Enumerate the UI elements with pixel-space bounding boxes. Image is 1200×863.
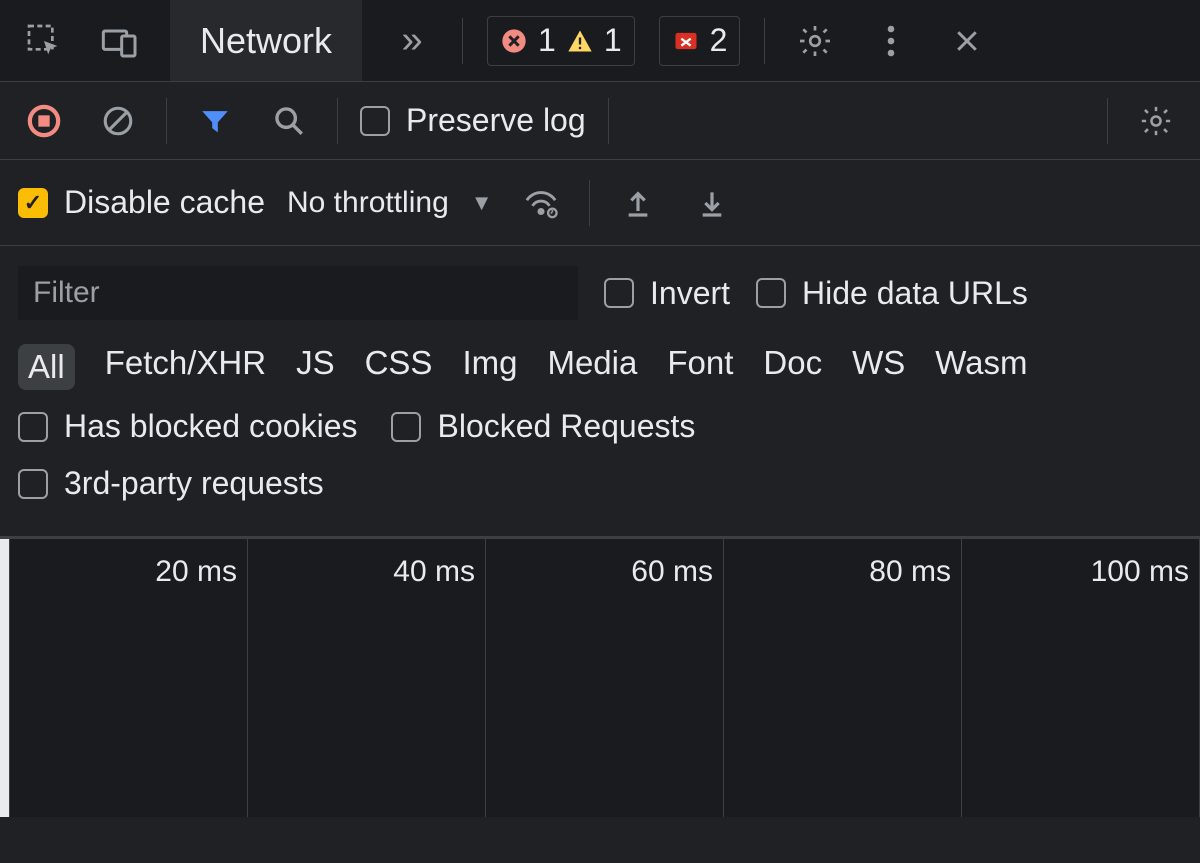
- invert-checkbox[interactable]: Invert: [604, 275, 730, 312]
- filter-panel: Invert Hide data URLs All Fetch/XHR JS CSS I…: [0, 246, 1200, 537]
- checkbox-icon: [604, 278, 634, 308]
- has-blocked-cookies-label: Has blocked cookies: [64, 408, 357, 445]
- type-chip-doc[interactable]: Doc: [763, 344, 822, 390]
- divider: [166, 98, 167, 144]
- tab-label: Network: [200, 20, 332, 62]
- type-chip-wasm[interactable]: Wasm: [935, 344, 1027, 390]
- type-chip-css[interactable]: CSS: [365, 344, 433, 390]
- close-icon[interactable]: [941, 15, 993, 67]
- type-chip-font[interactable]: Font: [667, 344, 733, 390]
- device-toolbar-icon[interactable]: [94, 15, 146, 67]
- tab-network[interactable]: Network: [170, 0, 362, 81]
- timeline-tick-label: 100 ms: [1091, 555, 1189, 589]
- type-chip-ws[interactable]: WS: [852, 344, 905, 390]
- third-party-label: 3rd-party requests: [64, 465, 324, 502]
- checkbox-icon: ✓: [18, 188, 48, 218]
- type-chip-all[interactable]: All: [18, 344, 75, 390]
- has-blocked-cookies-checkbox[interactable]: Has blocked cookies: [18, 408, 357, 445]
- divider: [608, 98, 609, 144]
- type-chip-js[interactable]: JS: [296, 344, 335, 390]
- throttling-label: No throttling: [287, 186, 449, 220]
- timeline-tick-label: 60 ms: [631, 555, 713, 589]
- checkbox-icon: [756, 278, 786, 308]
- chevron-down-icon: ▼: [471, 190, 493, 216]
- warning-count: 1: [604, 22, 622, 59]
- type-chip-fetch-xhr[interactable]: Fetch/XHR: [105, 344, 266, 390]
- timeline-cell: 80 ms: [724, 539, 962, 817]
- search-icon[interactable]: [263, 95, 315, 147]
- devtools-tabbar: Network » 1 1 2: [0, 0, 1200, 82]
- checkbox-icon: [360, 106, 390, 136]
- console-error-warning-pill[interactable]: 1 1: [487, 16, 635, 66]
- export-har-icon[interactable]: [612, 177, 664, 229]
- disable-cache-checkbox[interactable]: ✓ Disable cache: [18, 184, 265, 221]
- divider: [462, 18, 463, 64]
- checkbox-icon: [18, 469, 48, 499]
- timeline-cell: 100 ms: [962, 539, 1200, 817]
- warning-icon: [566, 27, 594, 55]
- type-chip-media[interactable]: Media: [547, 344, 637, 390]
- timeline-cell: 60 ms: [486, 539, 724, 817]
- request-type-chips: All Fetch/XHR JS CSS Img Media Font Doc WS Wasm: [18, 330, 1182, 398]
- timeline-cell: 20 ms: [10, 539, 248, 817]
- checkbox-icon: [391, 412, 421, 442]
- throttling-select[interactable]: No throttling ▼: [287, 186, 493, 220]
- issues-count: 2: [710, 22, 728, 59]
- network-settings-icon[interactable]: [1130, 95, 1182, 147]
- divider: [1107, 98, 1108, 144]
- filter-toggle-icon[interactable]: [189, 95, 241, 147]
- settings-icon[interactable]: [789, 15, 841, 67]
- checkbox-icon: [18, 412, 48, 442]
- issues-icon: [672, 27, 700, 55]
- inspect-element-icon[interactable]: [18, 15, 70, 67]
- issues-pill[interactable]: 2: [659, 16, 741, 66]
- clear-button[interactable]: [92, 95, 144, 147]
- filter-input[interactable]: [18, 266, 578, 320]
- timeline-cell: 40 ms: [248, 539, 486, 817]
- error-count: 1: [538, 22, 556, 59]
- third-party-requests-checkbox[interactable]: 3rd-party requests: [18, 465, 324, 502]
- timeline-tick-label: 20 ms: [155, 555, 237, 589]
- kebab-menu-icon[interactable]: [865, 15, 917, 67]
- record-button[interactable]: [18, 95, 70, 147]
- divider: [589, 180, 590, 226]
- network-toolbar: Preserve log: [0, 82, 1200, 160]
- divider: [764, 18, 765, 64]
- divider: [337, 98, 338, 144]
- error-icon: [500, 27, 528, 55]
- timeline-tick-label: 40 ms: [393, 555, 475, 589]
- import-har-icon[interactable]: [686, 177, 738, 229]
- invert-label: Invert: [650, 275, 730, 312]
- network-toolbar-secondary: ✓ Disable cache No throttling ▼: [0, 160, 1200, 246]
- preserve-log-label: Preserve log: [406, 102, 586, 139]
- type-chip-img[interactable]: Img: [462, 344, 517, 390]
- more-tabs-icon[interactable]: »: [386, 15, 438, 67]
- hide-data-urls-label: Hide data URLs: [802, 275, 1028, 312]
- disable-cache-label: Disable cache: [64, 184, 265, 221]
- timeline-overview[interactable]: 20 ms 40 ms 60 ms 80 ms 100 ms: [0, 537, 1200, 817]
- timeline-tick-label: 80 ms: [869, 555, 951, 589]
- network-conditions-icon[interactable]: [515, 177, 567, 229]
- blocked-requests-label: Blocked Requests: [437, 408, 695, 445]
- timeline-range-handle[interactable]: [0, 539, 10, 817]
- blocked-requests-checkbox[interactable]: Blocked Requests: [391, 408, 695, 445]
- hide-data-urls-checkbox[interactable]: Hide data URLs: [756, 275, 1028, 312]
- preserve-log-checkbox[interactable]: Preserve log: [360, 102, 586, 139]
